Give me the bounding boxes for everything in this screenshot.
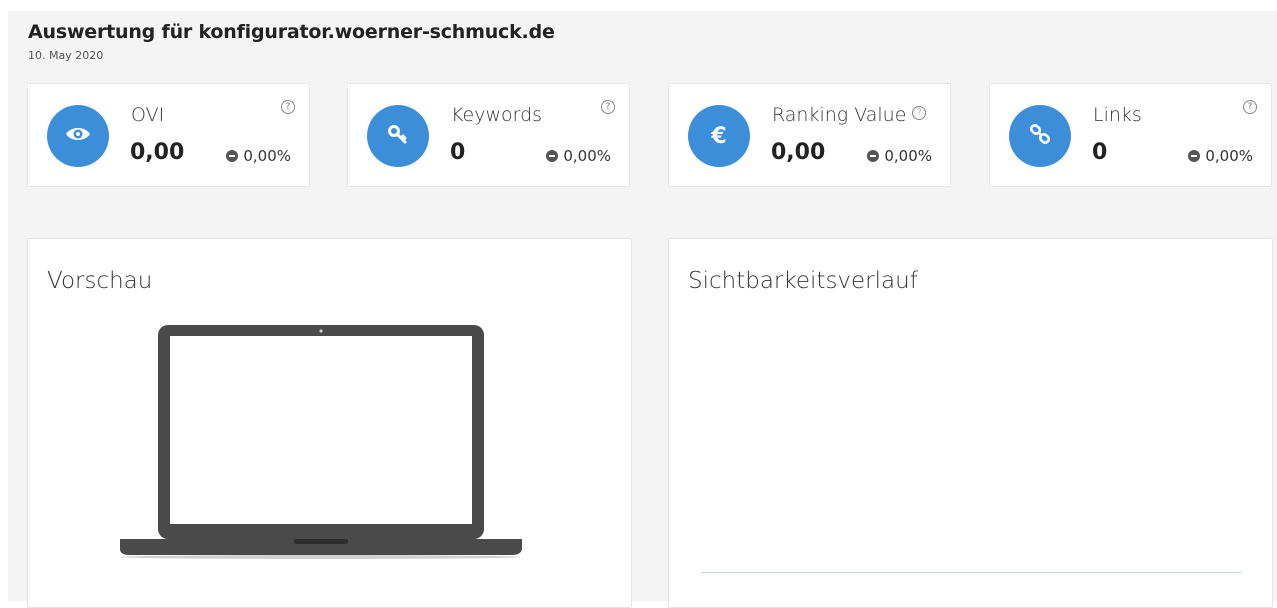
header: Auswertung für konfigurator.woerner-schm…	[28, 21, 555, 62]
preview-panel: Vorschau	[27, 238, 632, 608]
help-icon[interactable]: ?	[281, 100, 295, 114]
kpi-change-value: 0,00%	[884, 147, 932, 165]
kpi-icon-circle	[1009, 105, 1071, 167]
euro-icon: €	[711, 123, 727, 149]
kpi-card-keywords: Keywords 0 0,00% ?	[347, 83, 630, 187]
minus-circle-icon	[1188, 150, 1201, 162]
report-date: 10. May 2020	[28, 49, 104, 62]
kpi-icon-circle: €	[688, 105, 750, 167]
visibility-panel: Sichtbarkeitsverlauf	[668, 238, 1273, 608]
help-icon[interactable]: ?	[912, 106, 927, 120]
visibility-title: Sichtbarkeitsverlauf	[688, 268, 918, 294]
kpi-card-links: Links 0 0,00% ?	[989, 83, 1272, 187]
kpi-label: Keywords	[451, 104, 543, 126]
link-icon	[1028, 122, 1052, 150]
kpi-change: 0,00%	[1188, 147, 1253, 165]
eye-icon	[65, 125, 91, 147]
kpi-value: 0	[450, 140, 466, 165]
kpi-change: 0,00%	[226, 147, 291, 165]
minus-circle-icon	[867, 150, 880, 162]
dashboard-page: Auswertung für konfigurator.woerner-schm…	[8, 11, 1277, 608]
help-icon[interactable]: ?	[601, 100, 615, 114]
kpi-change: 0,00%	[867, 147, 932, 165]
kpi-label-text: Ranking Value	[772, 104, 907, 126]
kpi-label: Links	[1093, 104, 1142, 126]
laptop-icon	[112, 323, 522, 567]
key-icon	[386, 122, 410, 150]
kpi-change-value: 0,00%	[563, 147, 611, 165]
help-icon[interactable]: ?	[1243, 100, 1257, 114]
kpi-label: Ranking Value?	[772, 104, 927, 126]
kpi-change: 0,00%	[546, 147, 611, 165]
minus-circle-icon	[226, 150, 239, 162]
kpi-label: OVI	[131, 104, 165, 126]
minus-circle-icon	[546, 150, 559, 162]
preview-title: Vorschau	[47, 268, 153, 294]
kpi-card-ranking-value: € Ranking Value? 0,00 0,00%	[668, 83, 951, 187]
kpi-card-ovi: OVI 0,00 0,00% ?	[27, 83, 310, 187]
kpi-icon-circle	[47, 105, 109, 167]
kpi-value: 0,00	[130, 140, 185, 165]
kpi-value: 0,00	[771, 140, 826, 165]
kpi-change-value: 0,00%	[243, 147, 291, 165]
kpi-value: 0	[1092, 140, 1108, 165]
chart-baseline	[701, 572, 1242, 573]
kpi-icon-circle	[367, 105, 429, 167]
page-title: Auswertung für konfigurator.woerner-schm…	[28, 21, 555, 43]
kpi-change-value: 0,00%	[1205, 147, 1253, 165]
